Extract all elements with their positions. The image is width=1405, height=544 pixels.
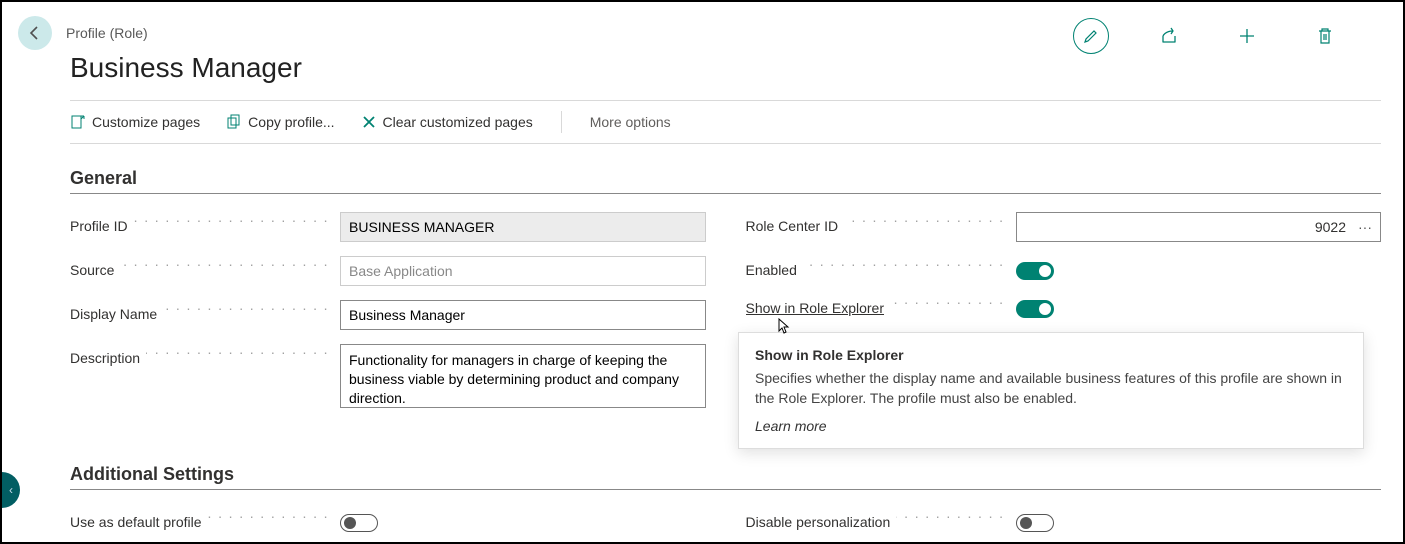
show-in-role-explorer-label[interactable]: Show in Role Explorer — [746, 294, 1006, 316]
copy-profile-label: Copy profile... — [248, 114, 334, 130]
use-default-label: Use as default profile — [70, 508, 330, 530]
side-tab[interactable]: ‹ — [2, 472, 20, 508]
source-label: Source — [70, 256, 330, 278]
new-button[interactable] — [1229, 18, 1265, 54]
share-button[interactable] — [1151, 18, 1187, 54]
display-name-label: Display Name — [70, 300, 330, 322]
role-center-id-label: Role Center ID — [746, 212, 1006, 234]
tooltip-body: Specifies whether the display name and a… — [755, 369, 1347, 408]
breadcrumb: Profile (Role) — [66, 25, 148, 41]
tooltip: Show in Role Explorer Specifies whether … — [738, 332, 1364, 449]
disable-personalization-toggle[interactable] — [1016, 514, 1054, 532]
toolbar-separator — [561, 111, 562, 133]
description-label: Description — [70, 344, 330, 366]
tooltip-title: Show in Role Explorer — [755, 347, 1347, 363]
use-default-toggle[interactable] — [340, 514, 378, 532]
role-center-id-value: 9022 — [1025, 219, 1357, 235]
clear-icon — [361, 114, 377, 130]
profile-id-label: Profile ID — [70, 212, 330, 234]
display-name-input[interactable] — [340, 300, 706, 330]
enabled-toggle[interactable] — [1016, 262, 1054, 280]
clear-customized-action[interactable]: Clear customized pages — [361, 114, 533, 130]
page-title: Business Manager — [70, 52, 1403, 84]
tooltip-learn-more-link[interactable]: Learn more — [755, 418, 1347, 434]
edit-button[interactable] — [1073, 18, 1109, 54]
disable-personalization-label: Disable personalization — [746, 508, 1006, 530]
enabled-label: Enabled — [746, 256, 1006, 278]
copy-icon — [226, 114, 242, 130]
customize-pages-label: Customize pages — [92, 114, 200, 130]
role-center-id-lookup-button[interactable]: ··· — [1356, 219, 1374, 235]
clear-customized-label: Clear customized pages — [383, 114, 533, 130]
section-additional-title: Additional Settings — [70, 464, 1381, 490]
more-options-action[interactable]: More options — [590, 114, 671, 130]
customize-icon — [70, 114, 86, 130]
source-input — [340, 256, 706, 286]
copy-profile-action[interactable]: Copy profile... — [226, 114, 334, 130]
role-center-id-input[interactable]: 9022 ··· — [1016, 212, 1382, 242]
back-button[interactable] — [18, 16, 52, 50]
show-in-role-explorer-toggle[interactable] — [1016, 300, 1054, 318]
description-input[interactable] — [340, 344, 706, 408]
section-general-title: General — [70, 168, 1381, 194]
delete-button[interactable] — [1307, 18, 1343, 54]
profile-id-input[interactable] — [340, 212, 706, 242]
customize-pages-action[interactable]: Customize pages — [70, 114, 200, 130]
